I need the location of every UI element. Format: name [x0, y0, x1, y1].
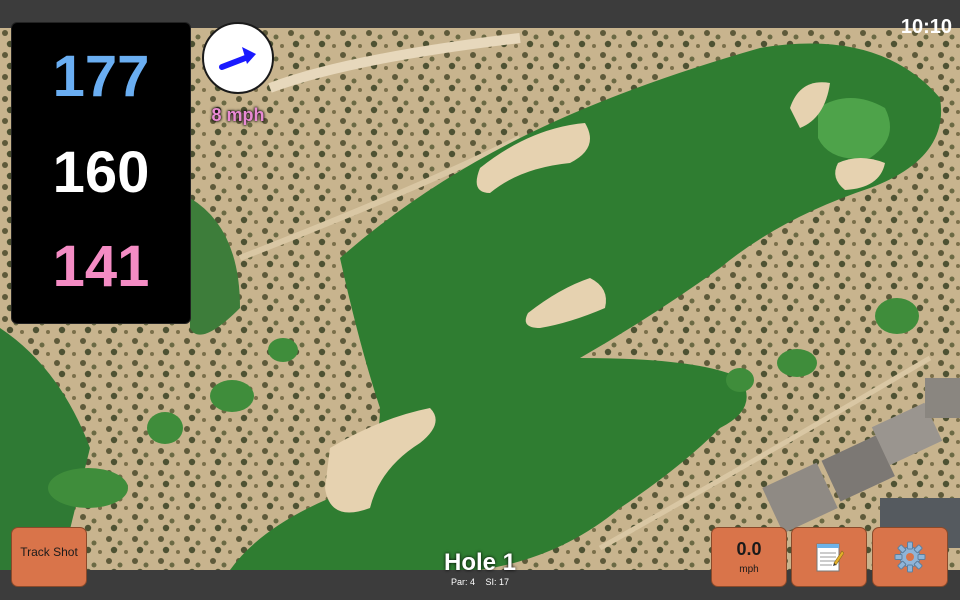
- hole-par: Par: 4: [450, 577, 475, 587]
- wind-speed: 8 mph: [211, 105, 265, 125]
- middle-distance: 160: [52, 140, 150, 205]
- tee-box: [777, 349, 817, 377]
- notepad-icon: [816, 543, 844, 572]
- hole-stroke-index: SI: 17: [485, 577, 510, 587]
- speed-button[interactable]: 0.0 mph: [711, 527, 787, 587]
- gear-icon: [894, 541, 926, 573]
- track-shot-button[interactable]: Track Shot: [11, 527, 87, 587]
- back-distance: 177: [52, 44, 150, 109]
- distance-panel: 177 160 141: [11, 22, 191, 324]
- tee-box: [726, 368, 754, 392]
- tee-box: [48, 468, 128, 508]
- speed-value: 0.0: [736, 539, 762, 559]
- green: [818, 98, 890, 159]
- tee-box: [268, 338, 298, 362]
- wind-arrow-icon: [219, 47, 256, 70]
- settings-button[interactable]: [872, 527, 948, 587]
- tee-box: [875, 298, 919, 334]
- wind-indicator[interactable]: [202, 22, 274, 94]
- tee-box: [147, 412, 183, 444]
- hole-title: Hole 1: [443, 549, 517, 576]
- notes-button[interactable]: [791, 527, 867, 587]
- tee-box: [210, 380, 254, 412]
- speed-unit: mph: [739, 564, 759, 575]
- clock: 10:10: [900, 16, 952, 38]
- hole-meta: Par: 4 SI: 17: [380, 576, 580, 588]
- front-distance: 141: [52, 234, 150, 299]
